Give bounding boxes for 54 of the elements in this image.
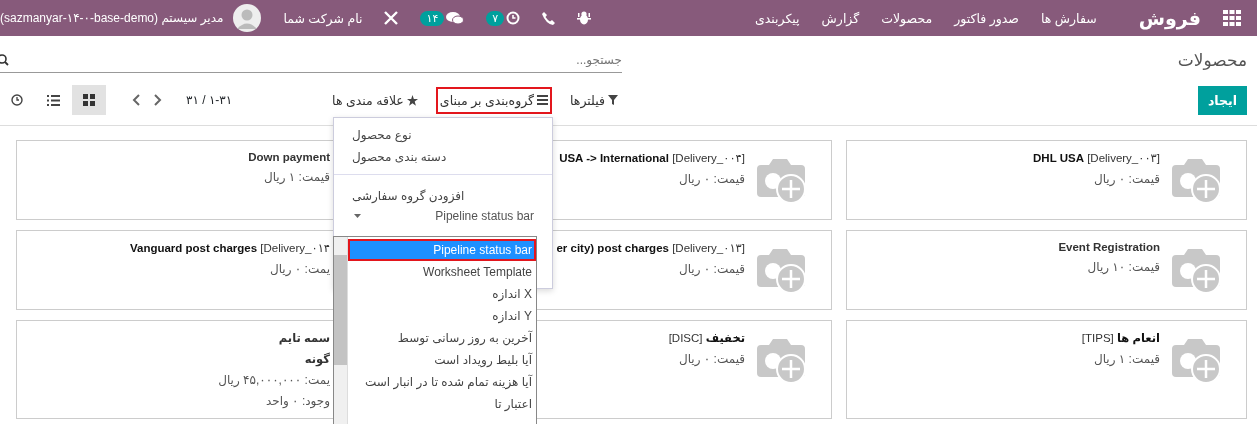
activity-count-badge: ۷: [486, 10, 505, 26]
product-detail: قیمت: ۰ ریال: [678, 262, 745, 276]
product-detail: قیمت: ۱ ریال: [263, 170, 330, 184]
funnel-icon: [608, 95, 618, 105]
clock-icon: [11, 94, 23, 106]
page-title: محصولات: [1177, 51, 1247, 70]
group-by-button[interactable]: گروه‌بندی بر مبنای: [435, 86, 553, 114]
camera-plus-icon: [755, 249, 807, 295]
apps-grid-icon[interactable]: [1223, 10, 1241, 26]
product-name: گونه: [304, 352, 330, 366]
star-icon: [406, 94, 418, 106]
caret-icon: [354, 214, 361, 218]
avatar-icon[interactable]: [233, 4, 262, 32]
user-name[interactable]: مدیر سیستم (sazmanyar-۱۴-۰-base-demo): [0, 11, 224, 25]
product-detail: قیمت: ۰ ریال: [678, 352, 745, 366]
product-detail: قیمت: ۰ ریال: [1093, 172, 1160, 186]
company-name[interactable]: نام شرکت شما: [283, 10, 363, 26]
chat-icon[interactable]: [446, 11, 465, 25]
product-name: Down payment: [248, 151, 330, 163]
search-input[interactable]: جستجو...: [10, 53, 622, 67]
product-name: سمه تایم: [278, 331, 330, 345]
product-detail: یمت: ۰ ریال: [269, 262, 330, 276]
bug-icon[interactable]: [577, 11, 592, 25]
camera-plus-icon: [755, 159, 807, 205]
camera-plus-icon: [1170, 249, 1222, 295]
product-detail: قیمت: ۰ ریال: [678, 172, 745, 186]
menu-item[interactable]: پیکربندی: [754, 10, 800, 26]
grid-icon: [83, 94, 95, 106]
kanban-view-button[interactable]: [72, 85, 106, 115]
clock-icon[interactable]: [506, 11, 521, 25]
camera-plus-icon: [1170, 339, 1222, 385]
list-icon: [46, 94, 60, 106]
bars-icon: [537, 95, 549, 105]
product-detail: قیمت: ۱۰ ریال: [1087, 260, 1160, 274]
menu-item[interactable]: محصولات: [881, 10, 933, 26]
menu-item[interactable]: سفارش ها: [1040, 10, 1097, 26]
product-detail: یمت: ۴۵,۰۰۰,۰۰۰ ریال: [218, 373, 330, 387]
menu-item[interactable]: صدور فاکتور: [954, 10, 1019, 26]
chevron-left-icon[interactable]: [132, 94, 140, 106]
camera-plus-icon: [755, 339, 807, 385]
scrollbar[interactable]: [334, 237, 348, 424]
filters-button[interactable]: فیلترها: [566, 86, 622, 114]
camera-plus-icon: [1170, 159, 1222, 205]
chevron-right-icon[interactable]: [154, 94, 162, 106]
pager-text: ۱-۳۱ / ۳۱: [186, 93, 233, 107]
product-detail: وجود: ۰ واحد: [265, 394, 330, 408]
search-icon[interactable]: [0, 54, 10, 66]
favorites-button[interactable]: علاقه مندی ها: [328, 86, 422, 114]
message-count-badge: ۱۴: [420, 10, 445, 26]
product-detail: قیمت: ۱ ریال: [1093, 352, 1160, 366]
product-name: Event Registration: [1058, 241, 1160, 253]
app-name: فروش: [1138, 6, 1201, 30]
phone-icon[interactable]: [542, 11, 556, 25]
menu-item[interactable]: گزارش: [821, 10, 860, 26]
